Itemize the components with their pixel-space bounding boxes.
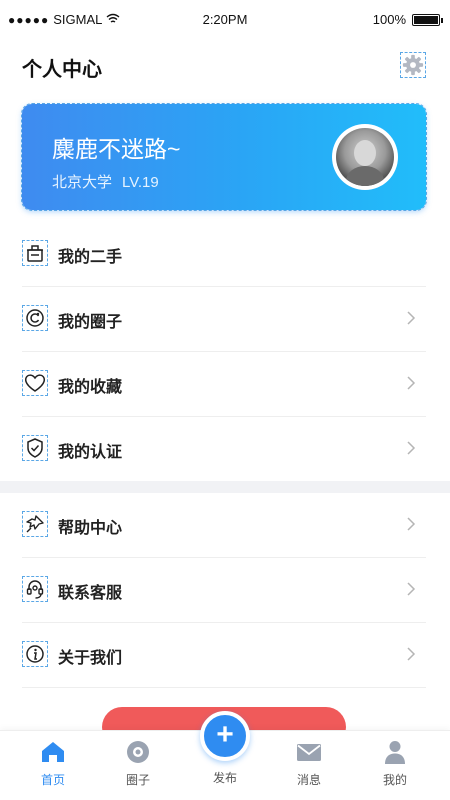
tab-bar: 首页 圈子 + 发布 消息 我的 — [0, 711, 450, 800]
avatar[interactable] — [332, 124, 398, 190]
user-icon — [385, 741, 405, 764]
tab-me[interactable]: 我的 — [365, 739, 425, 795]
battery-icon — [412, 13, 443, 26]
menu-item-label: 我的二手 — [58, 249, 123, 266]
menu-item-label: 联系客服 — [58, 585, 123, 602]
chevron-right-icon — [407, 582, 416, 596]
menu-item-label: 我的认证 — [58, 444, 123, 461]
tab-messages[interactable]: 消息 — [279, 739, 339, 795]
battery-status: 100% — [372, 12, 443, 27]
info-icon — [22, 641, 48, 667]
profile-card[interactable]: 麋鹿不迷路~ 北京大学 LV.19 — [21, 103, 427, 211]
page-title: 个人中心 — [22, 59, 102, 81]
gear-icon — [402, 54, 424, 76]
user-level: LV.19 — [122, 174, 159, 191]
plus-icon: + — [216, 717, 234, 751]
trash-box-icon — [22, 240, 48, 266]
headset-icon — [22, 576, 48, 602]
menu-item-favorites[interactable]: 我的收藏 — [22, 352, 426, 417]
chevron-right-icon — [407, 376, 416, 390]
menu-item-customer-service[interactable]: 联系客服 — [22, 558, 426, 623]
chevron-right-icon — [407, 517, 416, 531]
user-school: 北京大学 — [52, 174, 113, 191]
menu-item-label: 我的圈子 — [58, 314, 123, 331]
settings-button[interactable] — [400, 52, 426, 78]
menu-item-label: 关于我们 — [58, 650, 123, 667]
publish-button[interactable]: + — [200, 711, 250, 761]
home-icon — [42, 742, 64, 762]
heart-icon — [22, 370, 48, 396]
menu-item-about-us[interactable]: 关于我们 — [22, 623, 426, 688]
circle-icon — [127, 741, 149, 763]
avatar-image — [336, 128, 394, 186]
tab-label-publish: 发布 — [212, 771, 237, 785]
tab-circles[interactable]: 圈子 — [108, 739, 168, 795]
chevron-right-icon — [407, 311, 416, 325]
help-pin-icon — [22, 511, 48, 537]
section-divider — [0, 481, 450, 493]
menu-item-second-hand[interactable]: 我的二手 — [22, 222, 426, 287]
circle-refresh-icon — [22, 305, 48, 331]
chevron-right-icon — [407, 647, 416, 661]
user-nickname: 麋鹿不迷路~ — [52, 136, 181, 162]
chevron-right-icon — [407, 441, 416, 455]
battery-percent: 100% — [372, 12, 406, 27]
tab-label: 我的 — [382, 773, 407, 787]
tab-label: 圈子 — [125, 773, 150, 787]
user-school-level: 北京大学 LV.19 — [52, 171, 159, 192]
tab-label: 消息 — [296, 773, 321, 787]
tab-label: 首页 — [40, 773, 65, 787]
header: 个人中心 — [0, 50, 450, 84]
tab-home[interactable]: 首页 — [23, 739, 83, 795]
mail-icon — [297, 744, 321, 761]
menu-item-verification[interactable]: 我的认证 — [22, 417, 426, 482]
menu-item-label: 帮助中心 — [58, 520, 123, 537]
shield-check-icon — [22, 435, 48, 461]
menu-item-circles[interactable]: 我的圈子 — [22, 287, 426, 352]
menu-item-help-center[interactable]: 帮助中心 — [22, 493, 426, 558]
menu-item-label: 我的收藏 — [58, 379, 123, 396]
status-bar: ●●●●● SIGMAL 2:20PM 100% — [0, 0, 450, 40]
